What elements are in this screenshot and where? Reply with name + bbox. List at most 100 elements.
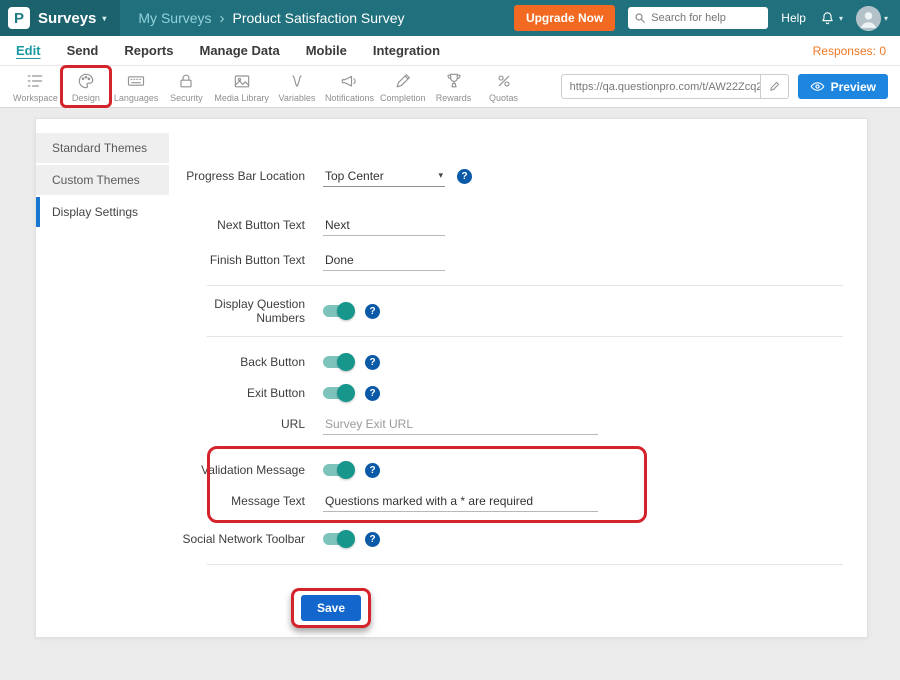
design-toolbar: Workspace Design Languages Security Medi… bbox=[0, 66, 900, 108]
sidebar-item-custom-themes[interactable]: Custom Themes bbox=[36, 165, 169, 195]
field-label: Finish Button Text bbox=[169, 253, 323, 267]
tool-security[interactable]: Security bbox=[161, 71, 211, 103]
breadcrumb-my-surveys[interactable]: My Surveys bbox=[138, 10, 211, 26]
progress-bar-location-row: Progress Bar Location Top Center ▾ ? bbox=[169, 163, 855, 189]
notifications-menu[interactable]: ▾ bbox=[819, 10, 843, 27]
quotas-icon bbox=[494, 71, 514, 91]
search-input[interactable] bbox=[651, 12, 762, 24]
topbar-right: Upgrade Now Help ▾ ▾ bbox=[514, 5, 900, 31]
divider bbox=[207, 336, 843, 337]
save-button[interactable]: Save bbox=[301, 595, 361, 621]
workspace-icon bbox=[25, 71, 45, 91]
tool-languages[interactable]: Languages bbox=[111, 71, 162, 103]
preview-button[interactable]: Preview bbox=[798, 74, 888, 99]
tool-quotas[interactable]: Quotas bbox=[479, 71, 529, 103]
tool-workspace[interactable]: Workspace bbox=[10, 71, 61, 103]
exit-url-input[interactable] bbox=[323, 414, 598, 435]
chevron-down-icon: ▾ bbox=[102, 14, 106, 23]
image-icon bbox=[232, 71, 252, 91]
tab-manage-data[interactable]: Manage Data bbox=[199, 43, 279, 58]
message-text-row: Message Text bbox=[169, 488, 855, 514]
topbar-left: P Surveys ▾ bbox=[0, 0, 120, 36]
back-button-row: Back Button ? bbox=[169, 349, 855, 375]
divider bbox=[207, 285, 843, 286]
tool-rewards[interactable]: Rewards bbox=[429, 71, 479, 103]
finish-button-text-input[interactable] bbox=[323, 250, 445, 271]
tab-edit[interactable]: Edit bbox=[16, 43, 41, 58]
toggle-knob bbox=[337, 353, 355, 371]
survey-nav: Edit Send Reports Manage Data Mobile Int… bbox=[0, 36, 900, 66]
upgrade-now-button[interactable]: Upgrade Now bbox=[514, 5, 615, 31]
field-label: URL bbox=[169, 417, 323, 431]
toggle-knob bbox=[337, 461, 355, 479]
social-network-toolbar-toggle[interactable] bbox=[323, 533, 353, 545]
tab-integration[interactable]: Integration bbox=[373, 43, 440, 58]
help-icon[interactable]: ? bbox=[365, 532, 380, 547]
variables-icon bbox=[287, 71, 307, 91]
product-label: Surveys bbox=[38, 10, 96, 27]
validation-message-row: Validation Message ? bbox=[169, 457, 855, 483]
field-label: Next Button Text bbox=[169, 218, 323, 232]
search-icon bbox=[634, 12, 646, 24]
display-question-numbers-toggle[interactable] bbox=[323, 305, 353, 317]
help-icon[interactable]: ? bbox=[365, 355, 380, 370]
main-content: Standard Themes Custom Themes Display Se… bbox=[0, 108, 900, 638]
help-icon[interactable]: ? bbox=[365, 463, 380, 478]
display-settings-form: Progress Bar Location Top Center ▾ ? Nex… bbox=[169, 119, 867, 637]
sidebar-item-standard-themes[interactable]: Standard Themes bbox=[36, 133, 169, 163]
breadcrumb-separator: › bbox=[220, 10, 225, 27]
help-link[interactable]: Help bbox=[781, 11, 806, 25]
survey-title: Product Satisfaction Survey bbox=[233, 10, 405, 26]
message-text-input[interactable] bbox=[323, 491, 598, 512]
field-label: Message Text bbox=[169, 494, 323, 508]
tool-variables[interactable]: Variables bbox=[272, 71, 322, 103]
tab-send[interactable]: Send bbox=[67, 43, 99, 58]
field-label: Progress Bar Location bbox=[169, 169, 323, 183]
questionpro-logo[interactable]: P bbox=[8, 7, 30, 29]
product-switcher[interactable]: Surveys ▾ bbox=[38, 10, 106, 27]
tab-mobile[interactable]: Mobile bbox=[306, 43, 347, 58]
validation-message-group: Validation Message ? Message Text bbox=[169, 451, 855, 520]
help-icon[interactable]: ? bbox=[365, 386, 380, 401]
pencil-icon bbox=[768, 80, 781, 93]
megaphone-icon bbox=[339, 71, 359, 91]
field-label: Exit Button bbox=[169, 386, 323, 400]
survey-url-box[interactable]: https://qa.questionpro.com/t/AW22Zcq2J bbox=[561, 74, 789, 99]
exit-button-toggle[interactable] bbox=[323, 387, 353, 399]
tool-completion[interactable]: Completion bbox=[377, 71, 429, 103]
back-button-toggle[interactable] bbox=[323, 356, 353, 368]
survey-url[interactable]: https://qa.questionpro.com/t/AW22Zcq2J bbox=[562, 81, 760, 93]
selected-value: Top Center bbox=[325, 169, 384, 183]
tool-notifications[interactable]: Notifications bbox=[322, 71, 377, 103]
exit-button-row: Exit Button ? bbox=[169, 380, 855, 406]
tab-reports[interactable]: Reports bbox=[124, 43, 173, 58]
pencil-icon bbox=[393, 71, 413, 91]
display-settings-card: Standard Themes Custom Themes Display Se… bbox=[35, 118, 868, 638]
toolbar-right: https://qa.questionpro.com/t/AW22Zcq2J P… bbox=[561, 74, 890, 99]
validation-message-toggle[interactable] bbox=[323, 464, 353, 476]
chevron-down-icon: ▾ bbox=[884, 14, 888, 23]
avatar bbox=[856, 6, 881, 31]
tool-media-library[interactable]: Media Library bbox=[211, 71, 272, 103]
trophy-icon bbox=[444, 71, 464, 91]
edit-url-button[interactable] bbox=[760, 75, 788, 98]
lock-icon bbox=[176, 71, 196, 91]
finish-button-text-row: Finish Button Text bbox=[169, 247, 855, 273]
annotation-box-save: Save bbox=[291, 588, 371, 628]
progress-bar-location-select[interactable]: Top Center ▾ bbox=[323, 166, 445, 187]
next-button-text-input[interactable] bbox=[323, 215, 445, 236]
chevron-down-icon: ▾ bbox=[438, 170, 443, 181]
tool-design[interactable]: Design bbox=[61, 71, 111, 103]
next-button-text-row: Next Button Text bbox=[169, 212, 855, 238]
display-question-numbers-row: Display Question Numbers ? bbox=[169, 298, 855, 324]
help-icon[interactable]: ? bbox=[457, 169, 472, 184]
help-search-box[interactable] bbox=[628, 7, 768, 29]
sidebar-item-display-settings[interactable]: Display Settings bbox=[36, 197, 169, 227]
account-menu[interactable]: ▾ bbox=[856, 6, 888, 31]
breadcrumb: My Surveys › Product Satisfaction Survey bbox=[138, 10, 404, 27]
help-icon[interactable]: ? bbox=[365, 304, 380, 319]
app-root: P Surveys ▾ My Surveys › Product Satisfa… bbox=[0, 0, 900, 638]
topbar: P Surveys ▾ My Surveys › Product Satisfa… bbox=[0, 0, 900, 36]
field-label: Validation Message bbox=[169, 463, 323, 477]
exit-url-row: URL bbox=[169, 411, 855, 437]
